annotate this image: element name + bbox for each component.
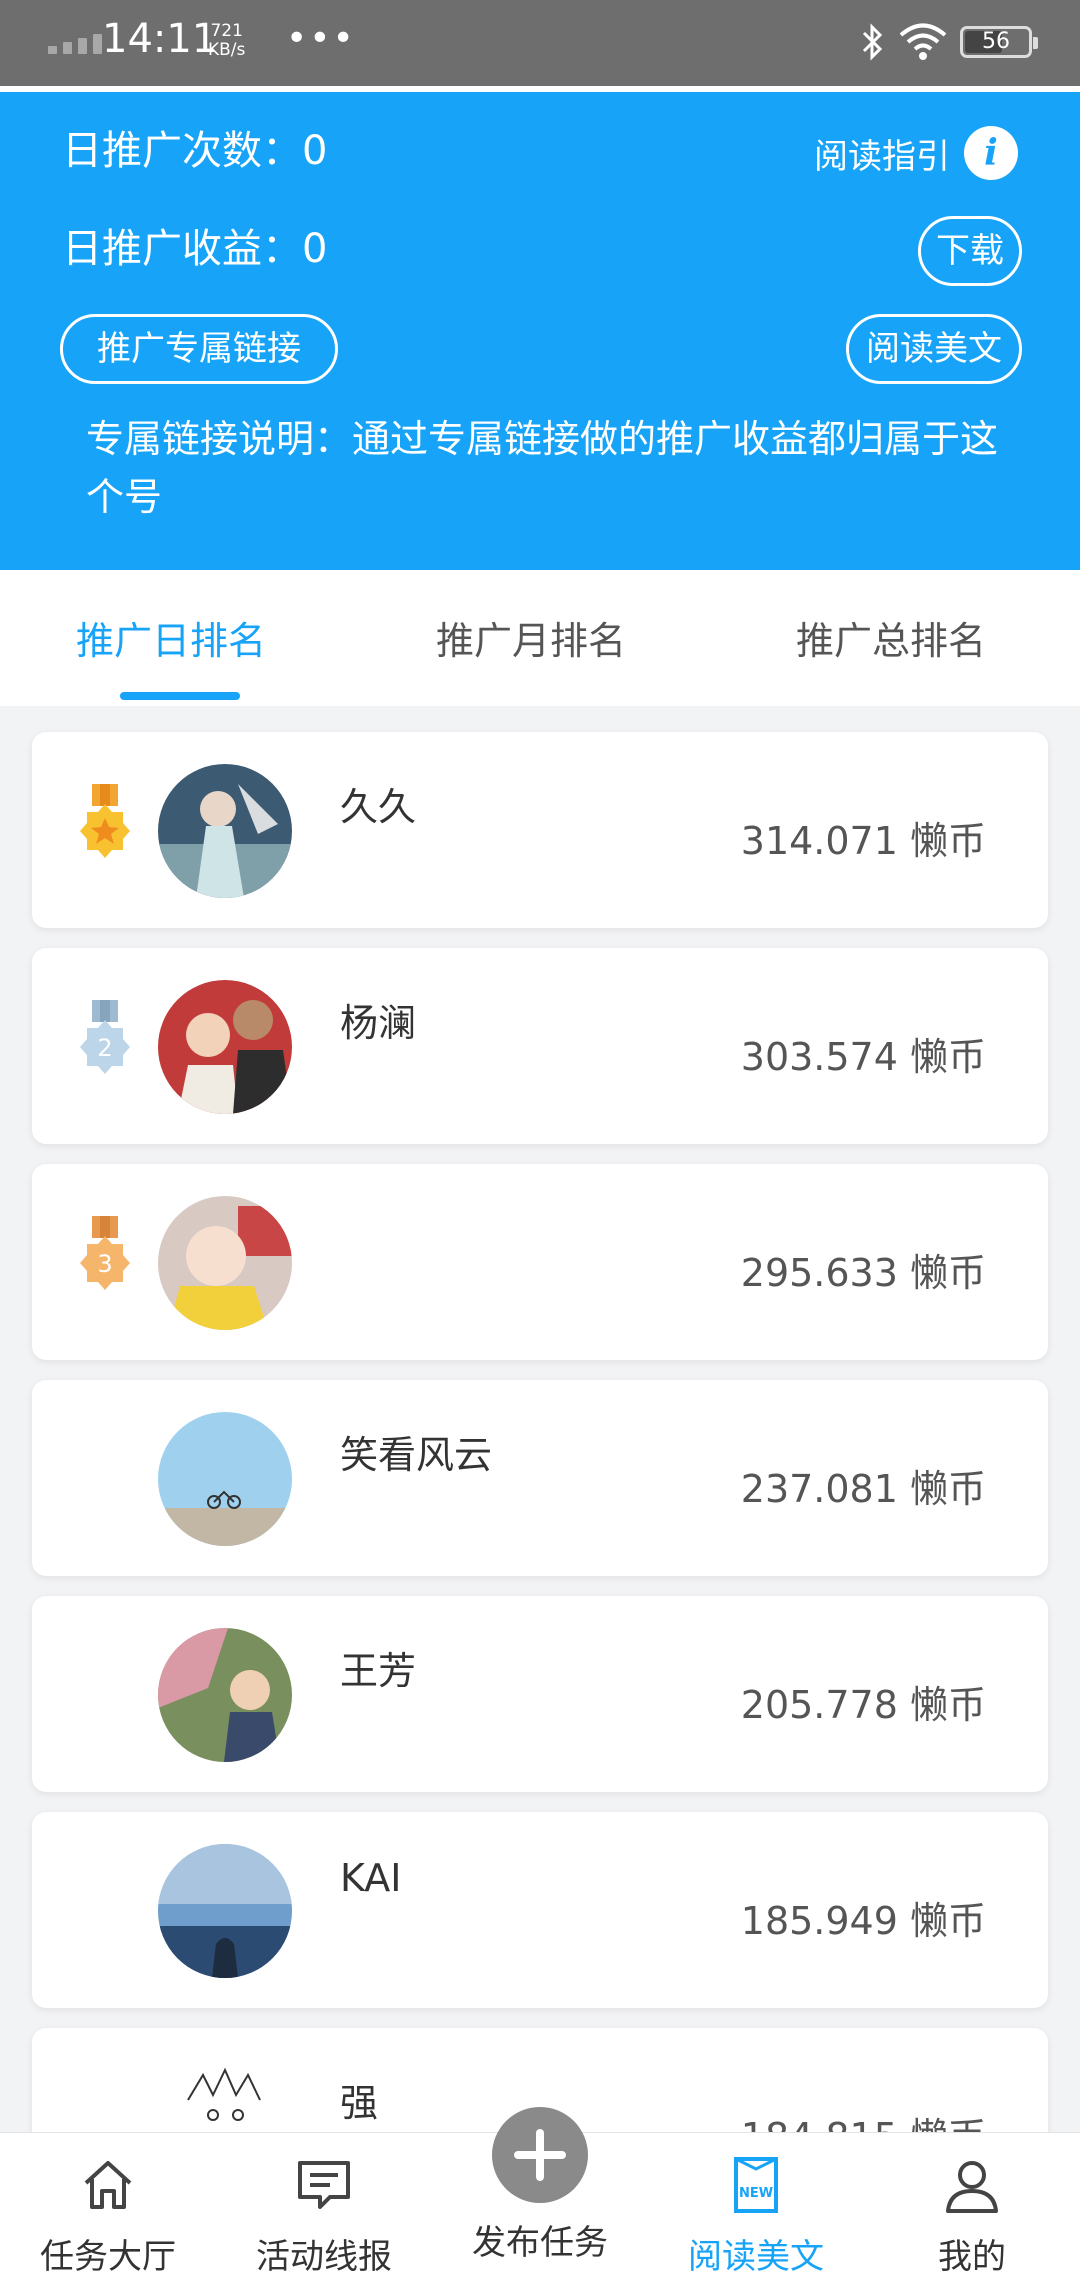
signal-icon (48, 34, 102, 54)
score: 185.949 懒币 (740, 1899, 986, 1943)
wifi-icon (899, 23, 947, 60)
publish-button[interactable] (492, 2107, 588, 2203)
battery-icon: 56 (960, 26, 1038, 58)
exclusive-link-description: 专属链接说明：通过专属链接做的推广收益都归属于这个号 (86, 417, 999, 519)
reading-guide-label: 阅读指引 (814, 136, 950, 177)
nav-activity-news[interactable]: 活动线报 (216, 2133, 432, 2281)
score: 303.574 懒币 (740, 1035, 986, 1079)
ranking-row[interactable]: 王芳 205.778 懒币 (32, 1596, 1048, 1792)
active-tab-indicator (120, 692, 240, 700)
score: 295.633 懒币 (740, 1251, 986, 1295)
exclusive-link-button[interactable]: 推广专属链接 (60, 314, 338, 384)
avatar (158, 1844, 292, 1978)
avatar (158, 1628, 292, 1762)
avatar (158, 1412, 292, 1546)
ranking-row[interactable]: 3 295.633 懒币 (32, 1164, 1048, 1360)
medal-number: 3 (97, 1250, 112, 1278)
username: 杨澜 (340, 1001, 417, 1045)
bluetooth-icon (862, 23, 883, 61)
username: 强 (340, 2081, 379, 2125)
nav-publish-task[interactable]: 发布任务 (432, 2107, 648, 2281)
ranking-tabs: 推广日排名 推广月排名 推广总排名 (0, 570, 1080, 706)
username: 王芳 (340, 1649, 417, 1693)
read-articles-button[interactable]: 阅读美文 (846, 314, 1022, 384)
bronze-medal-icon: 3 (80, 1216, 130, 1290)
home-icon (84, 2161, 132, 2209)
silver-medal-icon: 2 (80, 1000, 130, 1074)
ranking-row[interactable]: 久久 314.071 懒币 (32, 732, 1048, 928)
daily-promotion-count: 日推广次数：0 (62, 128, 328, 174)
score: 184.815 懒币 (741, 2106, 986, 2132)
more-dots-icon: ••• (286, 18, 356, 59)
username: 笑看风云 (340, 1433, 493, 1477)
ranking-row[interactable]: 笑看风云 237.081 懒币 (32, 1380, 1048, 1576)
tab-monthly-ranking[interactable]: 推广月排名 (436, 610, 626, 665)
nav-label: 我的 (938, 2237, 1006, 2277)
avatar (158, 764, 292, 898)
bottom-nav: 任务大厅 活动线报 发布任务 NEW 阅读美文 我的 (0, 2107, 1080, 2281)
network-speed: 721 KB/s (208, 22, 245, 60)
nav-read-articles[interactable]: NEW 阅读美文 (648, 2133, 864, 2281)
reading-guide-link[interactable]: 阅读指引 i (814, 126, 1018, 180)
download-button[interactable]: 下载 (918, 216, 1022, 286)
ranking-row[interactable]: 2 杨澜 303.574 懒币 (32, 948, 1048, 1144)
status-bar: 14:11 721 KB/s ••• 56 (0, 0, 1080, 86)
speed-unit: KB/s (208, 40, 246, 60)
nav-label: 任务大厅 (40, 2237, 176, 2277)
ranking-list[interactable]: 久久 314.071 懒币 2 杨澜 303.574 懒币 3 295.633 … (0, 706, 1080, 2132)
username: 久久 (340, 785, 417, 829)
score: 314.071 懒币 (740, 819, 986, 863)
nav-label: 活动线报 (256, 2237, 392, 2277)
plus-icon (514, 2129, 566, 2181)
medal-number: 2 (97, 1034, 112, 1062)
info-icon: i (964, 126, 1018, 180)
status-time: 14:11 (102, 16, 218, 62)
gold-medal-icon (80, 784, 130, 858)
avatar (158, 980, 292, 1114)
nav-mine[interactable]: 我的 (864, 2133, 1080, 2281)
avatar (158, 1196, 292, 1330)
nav-task-hall[interactable]: 任务大厅 (0, 2133, 216, 2281)
user-icon (946, 2161, 998, 2213)
message-icon (298, 2161, 350, 2209)
speed-value: 721 (210, 21, 243, 41)
new-badge: NEW (739, 2186, 773, 2201)
username: KAI (340, 1856, 402, 1900)
battery-level: 56 (982, 29, 1010, 54)
promotion-header: 日推广次数：0 日推广收益：0 阅读指引 i 下载 推广专属链接 阅读美文 专属… (0, 86, 1080, 570)
score: 237.081 懒币 (740, 1467, 986, 1511)
tab-daily-ranking[interactable]: 推广日排名 (76, 610, 266, 665)
tab-total-ranking[interactable]: 推广总排名 (796, 610, 986, 665)
avatar (158, 2060, 292, 2132)
nav-label: 阅读美文 (688, 2237, 824, 2277)
nav-label: 发布任务 (472, 2223, 608, 2263)
daily-promotion-income: 日推广收益：0 (62, 226, 328, 272)
score: 205.778 懒币 (740, 1683, 986, 1727)
ranking-row[interactable]: KAI 185.949 懒币 (32, 1812, 1048, 2008)
new-book-icon: NEW (734, 2157, 778, 2213)
